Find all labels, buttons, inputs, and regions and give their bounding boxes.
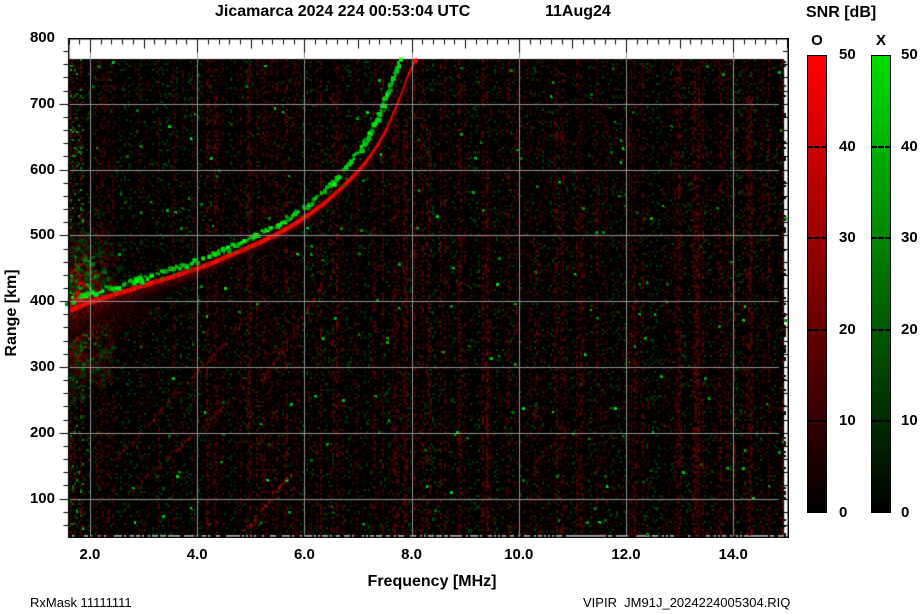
x-tick-label: 6.0 <box>282 546 326 563</box>
ionogram-figure: Jicamarca 2024 224 00:53:04 UTC 11Aug24 … <box>0 0 922 614</box>
x-tick-label: 4.0 <box>175 546 219 563</box>
colorbar-tick-label: 50 <box>839 47 869 63</box>
x-tick-label: 14.0 <box>711 546 755 563</box>
y-tick-label: 500 <box>18 227 55 243</box>
colorbar-tick-label: 0 <box>839 505 869 521</box>
colorbar-tick-label: 10 <box>901 413 922 429</box>
colorbar-tick-dash <box>871 329 891 331</box>
colorbar-tick-label: 0 <box>901 505 922 521</box>
colorbar-tick-dash <box>807 329 827 331</box>
o-mode-label: O <box>806 32 828 49</box>
title-date: 11Aug24 <box>545 3 611 21</box>
colorbar-tick-dash <box>871 146 891 148</box>
o-colorbar <box>807 55 827 513</box>
y-tick-label: 100 <box>18 491 55 507</box>
colorbar-tick-label: 20 <box>901 322 922 338</box>
y-tick-label: 200 <box>18 425 55 441</box>
y-tick-label: 600 <box>18 162 55 178</box>
x-mode-label: X <box>870 32 892 49</box>
x-tick-label: 8.0 <box>390 546 434 563</box>
colorbar-tick-label: 10 <box>839 413 869 429</box>
y-tick-label: 400 <box>18 293 55 309</box>
frequency-axis-label: Frequency [MHz] <box>332 573 532 591</box>
colorbar-tick-dash <box>807 420 827 422</box>
y-tick-label: 800 <box>18 30 55 46</box>
ionogram-canvas <box>58 38 789 538</box>
y-tick-label: 300 <box>18 359 55 375</box>
colorbar-tick-label: 50 <box>901 47 922 63</box>
colorbar-tick-dash <box>871 420 891 422</box>
colorbar-tick-dash <box>871 237 891 239</box>
colorbar-tick-label: 20 <box>839 322 869 338</box>
colorbar-title: SNR [dB] <box>806 4 876 22</box>
colorbar-tick-dash <box>807 146 827 148</box>
colorbar-tick-label: 30 <box>839 230 869 246</box>
colorbar-tick-label: 30 <box>901 230 922 246</box>
colorbar-tick-label: 40 <box>839 139 869 155</box>
x-tick-label: 12.0 <box>604 546 648 563</box>
x-colorbar <box>871 55 891 513</box>
y-tick-label: 700 <box>18 96 55 112</box>
colorbar-tick-label: 40 <box>901 139 922 155</box>
x-tick-label: 2.0 <box>68 546 112 563</box>
footer-filename: VIPIR JM91J_2024224005304.RIQ <box>583 595 790 610</box>
colorbar-tick-dash <box>807 237 827 239</box>
page-title: Jicamarca 2024 224 00:53:04 UTC <box>215 3 470 21</box>
x-tick-label: 10.0 <box>497 546 541 563</box>
footer-rxmask: RxMask 11111111 <box>30 595 132 610</box>
